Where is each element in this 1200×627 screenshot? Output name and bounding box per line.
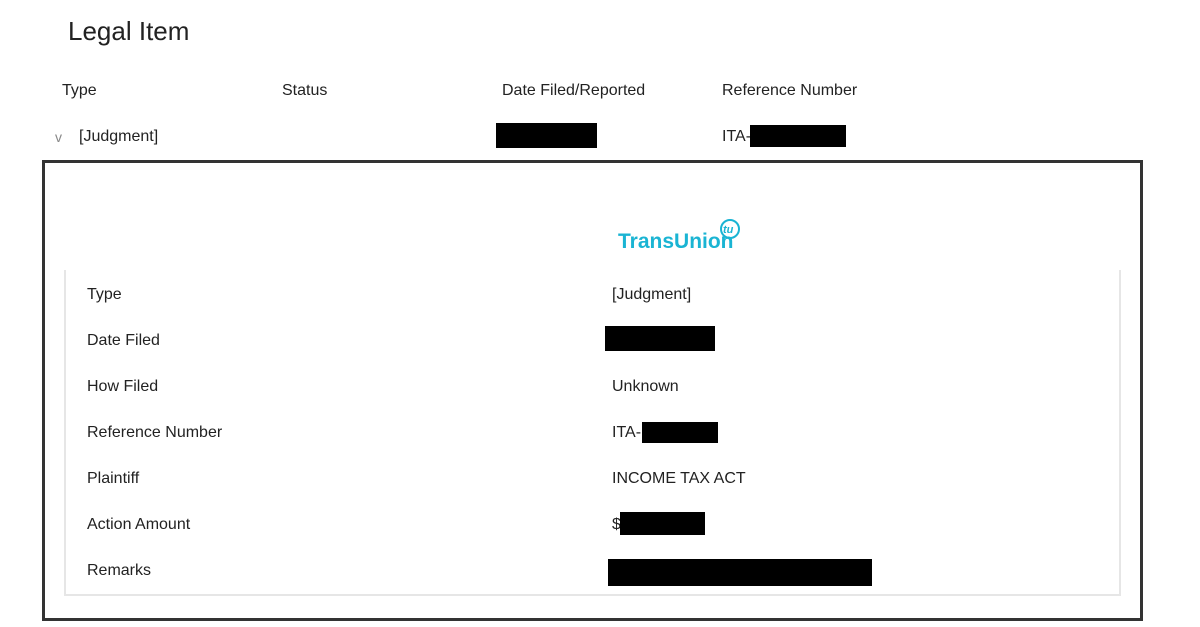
label-how-filed: How Filed	[87, 378, 159, 395]
redacted-action-amount	[620, 512, 705, 535]
label-reference-number: Reference Number	[87, 424, 223, 441]
row-reference-number: ITA-	[722, 128, 752, 145]
chevron-down-icon[interactable]: v	[55, 129, 62, 145]
redacted-reference-number	[642, 422, 718, 443]
transunion-logo: TransUnion tu	[618, 215, 743, 260]
redacted-date-filed	[605, 326, 715, 351]
row-type[interactable]: [Judgment]	[79, 128, 158, 146]
redacted-remarks	[608, 559, 872, 586]
redacted-reference	[750, 125, 846, 147]
column-header-date-filed: Date Filed/Reported	[502, 82, 646, 99]
label-date-filed: Date Filed	[87, 332, 160, 349]
column-header-status: Status	[282, 82, 328, 99]
svg-text:TransUnion: TransUnion	[618, 230, 734, 253]
value-plaintiff: INCOME TAX ACT	[612, 470, 746, 487]
detail-card	[64, 270, 1121, 596]
value-type: [Judgment]	[612, 286, 692, 303]
column-header-reference-number: Reference Number	[722, 82, 858, 99]
value-how-filed: Unknown	[612, 378, 679, 395]
svg-text:tu: tu	[723, 224, 734, 236]
label-type: Type	[87, 286, 122, 303]
label-plaintiff: Plaintiff	[87, 470, 140, 487]
column-header-type: Type	[62, 82, 97, 99]
page-title: Legal Item	[68, 16, 190, 46]
value-reference-number: ITA-	[612, 424, 642, 441]
redacted-date	[496, 123, 597, 148]
label-remarks: Remarks	[87, 562, 152, 579]
label-action-amount: Action Amount	[87, 516, 191, 533]
